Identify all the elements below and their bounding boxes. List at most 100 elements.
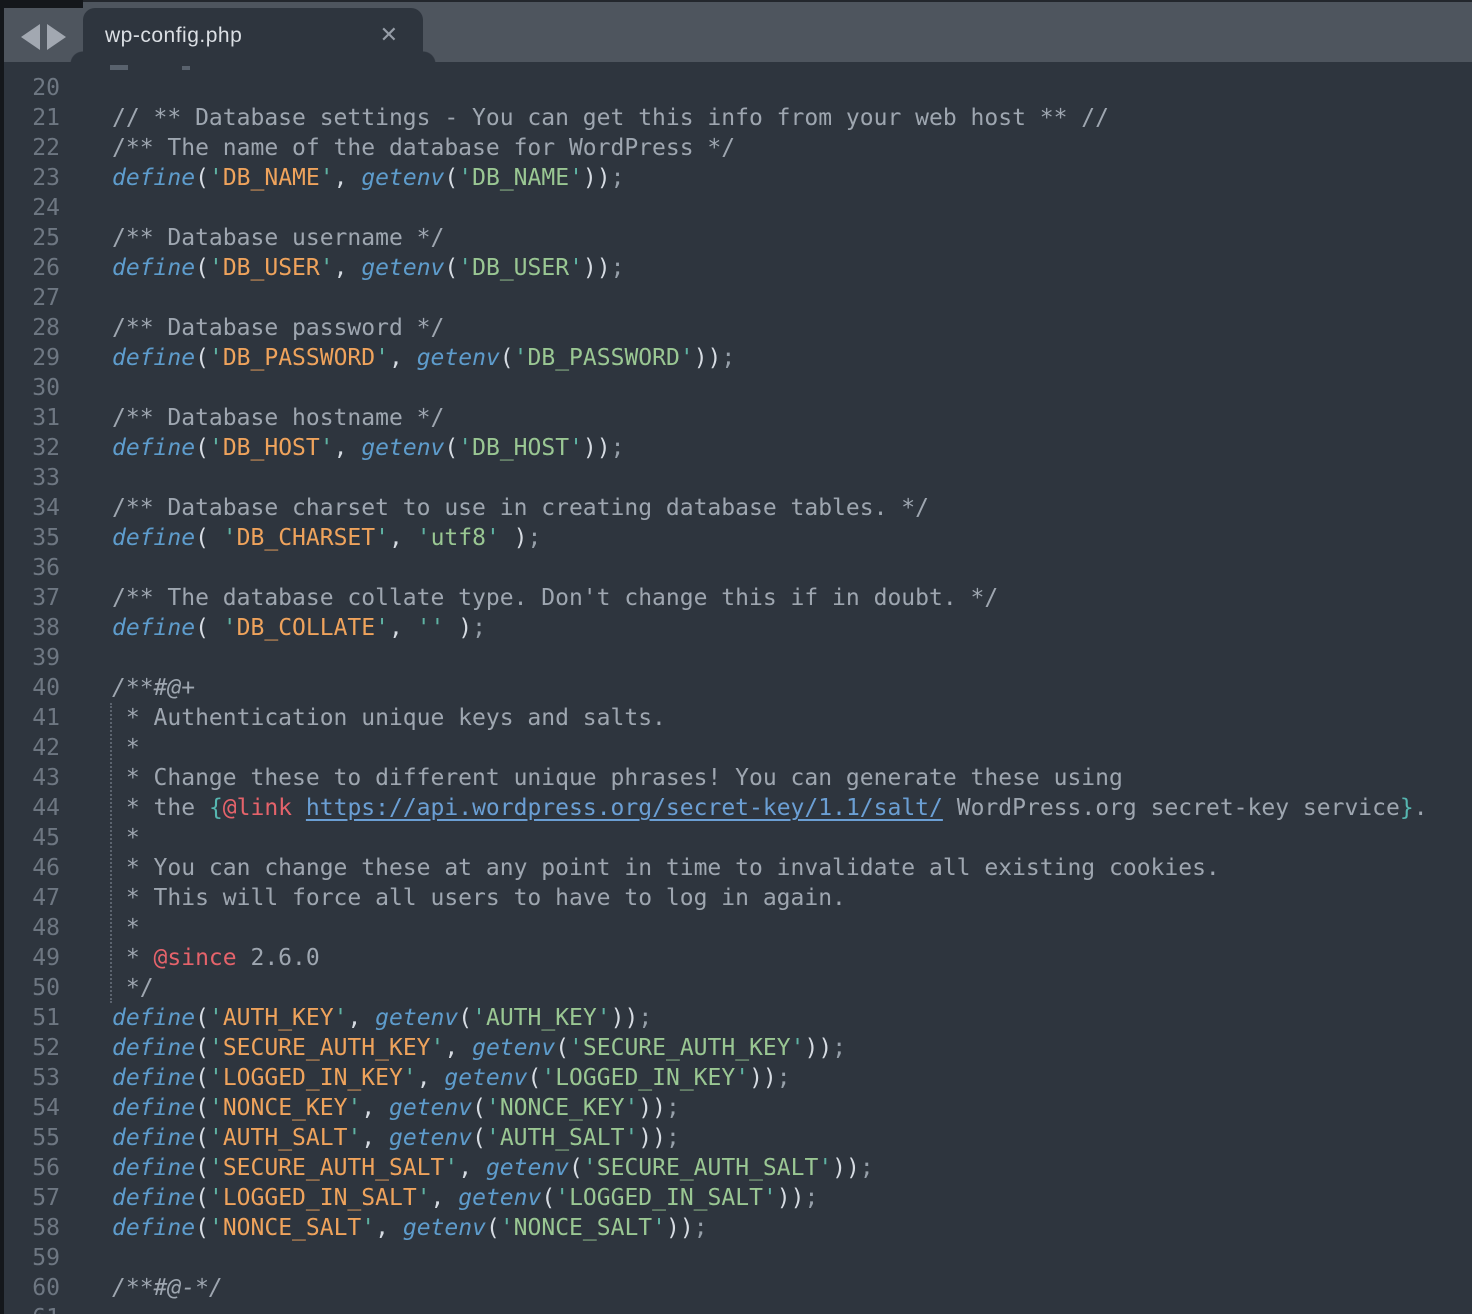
code-token: * This will force all users to have to l… [112, 885, 846, 911]
code-line[interactable]: 27 [0, 283, 1472, 313]
code-line[interactable]: 31/** Database hostname */ [0, 403, 1472, 433]
code-line[interactable]: 49 * @since 2.6.0 [0, 943, 1472, 973]
code-token: /** The database collate type. Don't cha… [112, 585, 998, 611]
code-token: ) [500, 525, 528, 551]
code-line[interactable]: 43 * Change these to different unique ph… [0, 763, 1472, 793]
code-line[interactable]: 23define('DB_NAME', getenv('DB_NAME')); [0, 163, 1472, 193]
code-token: ; [805, 1185, 819, 1211]
code-token: define [112, 165, 195, 191]
code-token: * [112, 825, 140, 851]
code-line[interactable]: 53define('LOGGED_IN_KEY', getenv('LOGGED… [0, 1063, 1472, 1093]
code-line[interactable]: 52define('SECURE_AUTH_KEY', getenv('SECU… [0, 1033, 1472, 1063]
code-line[interactable]: 44 * the {@link https://api.wordpress.or… [0, 793, 1472, 823]
code-line[interactable]: 29define('DB_PASSWORD', getenv('DB_PASSW… [0, 343, 1472, 373]
code-token: ' [444, 1155, 458, 1181]
code-line[interactable]: 24 [0, 193, 1472, 223]
indent-guide [110, 703, 112, 1003]
code-line[interactable]: 36 [0, 553, 1472, 583]
code-token: ' [209, 345, 223, 371]
code-token: ( [500, 345, 514, 371]
code-line[interactable]: 48 * [0, 913, 1472, 943]
code-line[interactable]: 21// ** Database settings - You can get … [0, 103, 1472, 133]
code-token: )) [583, 255, 611, 281]
code-token: define [112, 1065, 195, 1091]
line-number: 40 [0, 673, 60, 703]
line-number: 41 [0, 703, 60, 733]
code-line[interactable]: 54define('NONCE_KEY', getenv('NONCE_KEY'… [0, 1093, 1472, 1123]
code-line[interactable]: 57define('LOGGED_IN_SALT', getenv('LOGGE… [0, 1183, 1472, 1213]
code-token: } [1400, 795, 1414, 821]
code-line[interactable]: 59 [0, 1243, 1472, 1273]
code-line[interactable]: 46 * You can change these at any point i… [0, 853, 1472, 883]
code-line[interactable]: 20 [0, 73, 1472, 103]
code-line[interactable]: 32define('DB_HOST', getenv('DB_HOST')); [0, 433, 1472, 463]
code-line[interactable]: 51define('AUTH_KEY', getenv('AUTH_KEY'))… [0, 1003, 1472, 1033]
code-token: ' [375, 345, 389, 371]
code-line[interactable]: 60/**#@-*/ [0, 1273, 1472, 1303]
line-number: 61 [0, 1303, 60, 1314]
code-line[interactable]: 30 [0, 373, 1472, 403]
code-line[interactable]: 37 /** The database collate type. Don't c… [0, 583, 1472, 613]
line-number: 60 [0, 1273, 60, 1303]
code-line[interactable]: 45 * [0, 823, 1472, 853]
code-line[interactable]: 61 [0, 1303, 1472, 1314]
code-token: , [458, 1155, 486, 1181]
code-line[interactable]: 55define('AUTH_SALT', getenv('AUTH_SALT'… [0, 1123, 1472, 1153]
code-line[interactable]: 38define( 'DB_COLLATE', '' ); [0, 613, 1472, 643]
url-link[interactable]: https://api.wordpress.org/secret-key/1.1… [306, 795, 943, 821]
code-token: NONCE_SALT [514, 1215, 652, 1241]
code-line[interactable]: 40 /**#@+ [0, 673, 1472, 703]
code-token: ' [583, 1155, 597, 1181]
code-line[interactable]: 22/** The name of the database for WordP… [0, 133, 1472, 163]
code-token: ; [611, 435, 625, 461]
line-number: 50 [0, 973, 60, 1003]
forward-icon[interactable] [47, 24, 66, 50]
code-token: ' [458, 435, 472, 461]
code-token: ; [528, 525, 542, 551]
code-token: define [112, 1215, 195, 1241]
line-content: /** The name of the database for WordPre… [112, 133, 735, 163]
tab-wp-config[interactable]: wp-config.php ✕ [83, 8, 423, 64]
code-token: DB_PASSWORD [223, 345, 375, 371]
code-line[interactable]: 35define( 'DB_CHARSET', 'utf8' ); [0, 523, 1472, 553]
code-token: */ [112, 975, 154, 1001]
code-token: getenv [375, 1005, 458, 1031]
line-content: define('NONCE_KEY', getenv('NONCE_KEY'))… [112, 1093, 680, 1123]
code-line[interactable]: 28/** Database password */ [0, 313, 1472, 343]
code-token: )) [611, 1005, 639, 1031]
code-token: * Change these to different unique phras… [112, 765, 1123, 791]
code-token: AUTH_KEY [486, 1005, 597, 1031]
code-token: ' [209, 165, 223, 191]
line-number: 57 [0, 1183, 60, 1213]
code-token: ( [444, 435, 458, 461]
code-token: LOGGED_IN_SALT [569, 1185, 763, 1211]
code-token: DB_COLLATE [237, 615, 375, 641]
line-number: 33 [0, 463, 60, 493]
code-token: )) [749, 1065, 777, 1091]
code-line[interactable]: 34/** Database charset to use in creatin… [0, 493, 1472, 523]
line-content: define('DB_HOST', getenv('DB_HOST')); [112, 433, 624, 463]
code-token: define [112, 525, 195, 551]
code-line[interactable]: 26define('DB_USER', getenv('DB_USER')); [0, 253, 1472, 283]
code-line[interactable]: 41 * Authentication unique keys and salt… [0, 703, 1472, 733]
line-content: /**#@+ [112, 673, 195, 703]
code-token: ' [458, 255, 472, 281]
code-editor[interactable]: 2021// ** Database settings - You can ge… [0, 62, 1472, 1314]
code-line[interactable]: 56define('SECURE_AUTH_SALT', getenv('SEC… [0, 1153, 1472, 1183]
code-line[interactable]: 47 * This will force all users to have t… [0, 883, 1472, 913]
code-token: ' [320, 255, 334, 281]
code-token: /** Database hostname */ [112, 405, 444, 431]
code-token: , [417, 1065, 445, 1091]
code-line[interactable]: 50 */ [0, 973, 1472, 1003]
code-line[interactable]: 42 * [0, 733, 1472, 763]
close-icon[interactable]: ✕ [380, 25, 398, 47]
line-number: 37 [0, 583, 60, 613]
code-line[interactable]: 39 [0, 643, 1472, 673]
back-icon[interactable] [21, 24, 40, 50]
code-line[interactable]: 58define('NONCE_SALT', getenv('NONCE_SAL… [0, 1213, 1472, 1243]
code-token: ; [611, 255, 625, 281]
code-line[interactable]: 33 [0, 463, 1472, 493]
code-token: ( [569, 1155, 583, 1181]
code-token: getenv [389, 1095, 472, 1121]
code-line[interactable]: 25/** Database username */ [0, 223, 1472, 253]
